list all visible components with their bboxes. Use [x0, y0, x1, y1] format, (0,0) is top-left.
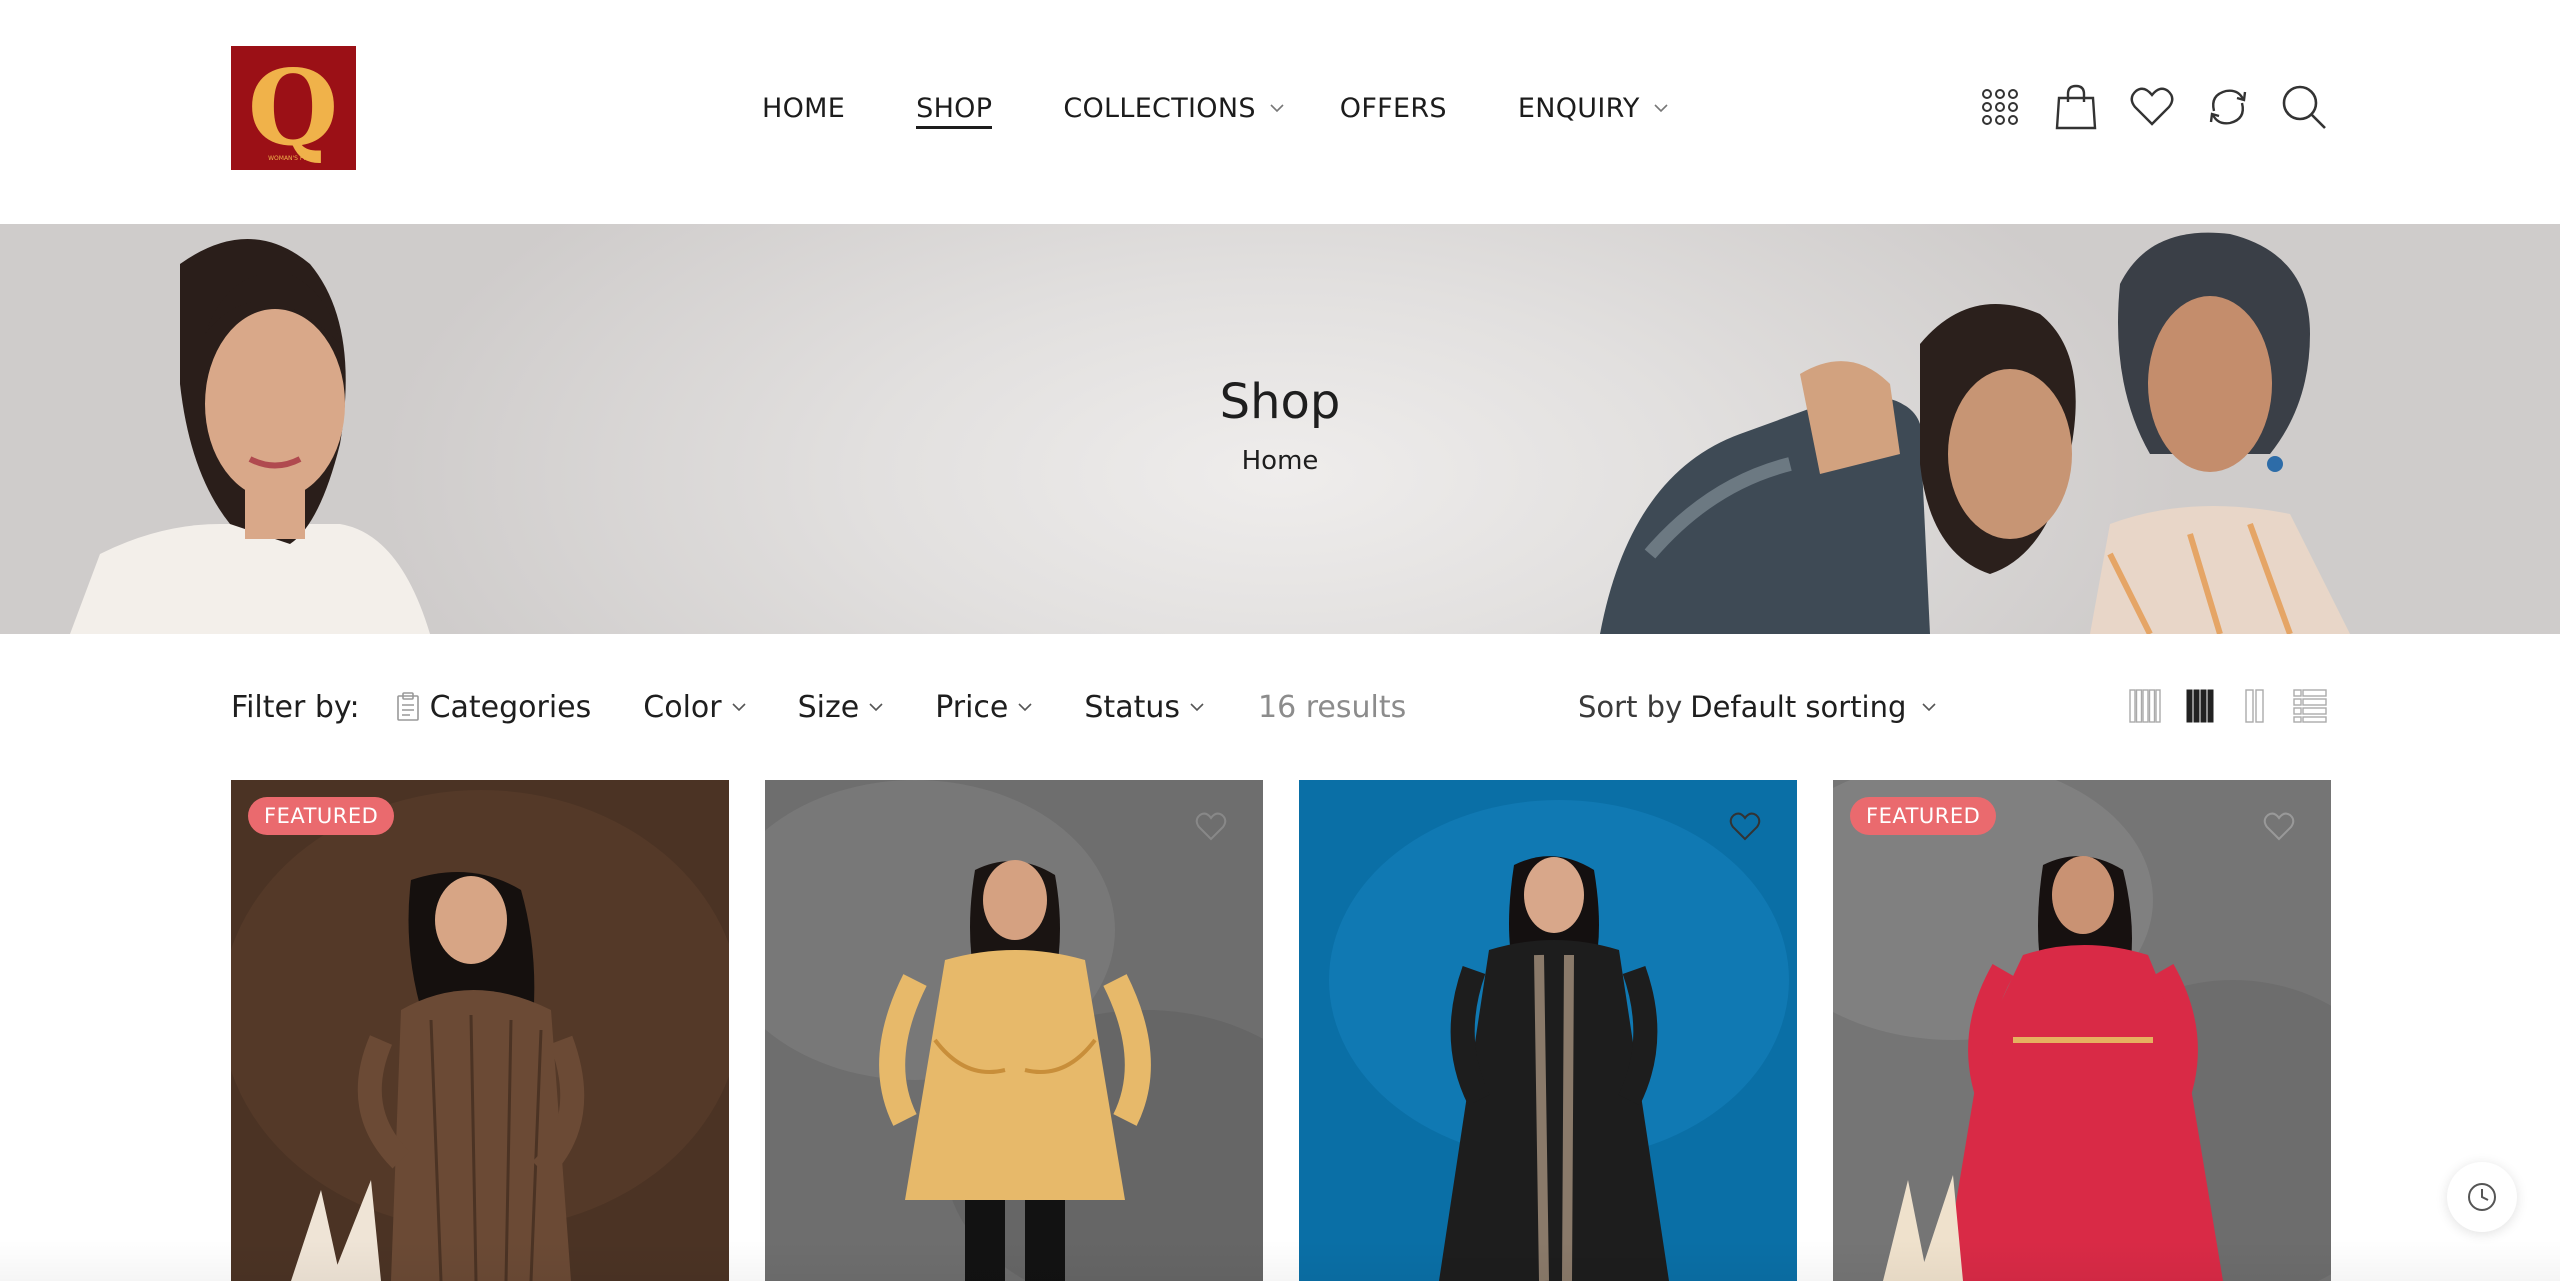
- filter-status-label: Status: [1084, 689, 1180, 725]
- nav-collections-label: COLLECTIONS: [1063, 92, 1256, 124]
- featured-badge: FEATURED: [248, 797, 395, 835]
- heart-icon[interactable]: [2127, 82, 2177, 132]
- view-mode-switcher: [2127, 686, 2347, 726]
- wishlist-heart-icon[interactable]: [1195, 812, 1227, 842]
- product-card[interactable]: FEATURED: [231, 780, 729, 1281]
- sort-value: Default sorting: [1690, 690, 1907, 724]
- nav-enquiry[interactable]: ENQUIRY: [1518, 93, 1668, 124]
- product-image: [1833, 780, 2331, 1281]
- filter-categories[interactable]: Categories: [396, 689, 592, 725]
- shopping-bag-icon[interactable]: [2051, 82, 2101, 132]
- page-hero-banner: Shop Home: [0, 224, 2560, 634]
- wishlist-heart-icon[interactable]: [1729, 812, 1761, 842]
- brand-logo[interactable]: Q WOMAN'S PRIDE: [231, 46, 356, 170]
- product-card[interactable]: [1299, 780, 1797, 1281]
- nav-enquiry-label: ENQUIRY: [1517, 92, 1640, 124]
- chevron-down-icon: [1270, 103, 1284, 113]
- grid-4-icon[interactable]: [2182, 686, 2218, 726]
- nav-shop[interactable]: SHOP: [916, 92, 993, 129]
- results-count: 16 results: [1258, 689, 1407, 725]
- product-image: [765, 780, 1263, 1281]
- compare-refresh-icon[interactable]: [2203, 82, 2253, 132]
- filter-bar: Filter by: Categories Color Size Price S…: [231, 682, 1406, 732]
- breadcrumb-home[interactable]: Home: [0, 446, 2560, 476]
- page-title: Shop: [1219, 374, 1341, 430]
- chevron-down-icon: [1654, 103, 1668, 113]
- sort-dropdown[interactable]: Sort by Default sorting: [1578, 682, 1936, 732]
- filter-price-label: Price: [935, 689, 1009, 725]
- logo-letter: Q: [248, 46, 339, 169]
- wishlist-heart-icon[interactable]: [2263, 812, 2295, 842]
- nav-home-label: HOME: [762, 92, 846, 124]
- nav-collections[interactable]: COLLECTIONS: [1063, 92, 1284, 124]
- clipboard-icon: [396, 692, 420, 722]
- chevron-down-icon: [869, 702, 883, 712]
- search-icon[interactable]: [2279, 82, 2329, 132]
- logo-tagline: WOMAN'S PRIDE: [268, 155, 318, 162]
- main-nav: HOME SHOP COLLECTIONS OFFERS ENQUIRY: [762, 88, 1724, 129]
- list-icon[interactable]: [2292, 686, 2328, 726]
- grid-5-icon[interactable]: [2127, 686, 2163, 726]
- site-header: Q WOMAN'S PRIDE HOME SHOP COLLECTIONS OF…: [0, 0, 2560, 224]
- product-card[interactable]: [765, 780, 1263, 1281]
- clock-history-icon: [2468, 1183, 2496, 1211]
- product-image: [1299, 780, 1797, 1281]
- recently-viewed-button[interactable]: [2447, 1162, 2517, 1232]
- filter-color[interactable]: Color: [643, 689, 746, 725]
- product-image: [231, 780, 729, 1281]
- sort-prefix: Sort by: [1578, 690, 1683, 724]
- filter-price[interactable]: Price: [935, 690, 1032, 725]
- filter-status[interactable]: Status: [1084, 690, 1204, 725]
- chevron-down-icon: [1018, 702, 1032, 712]
- nav-home[interactable]: HOME: [762, 93, 845, 124]
- grid-2-icon[interactable]: [2237, 686, 2273, 726]
- chevron-down-icon: [732, 702, 746, 712]
- filter-size[interactable]: Size: [798, 690, 884, 725]
- chevron-down-icon: [1190, 702, 1204, 712]
- product-card[interactable]: FEATURED: [1833, 780, 2331, 1281]
- product-grid: FEATURED FEATURED: [231, 780, 2331, 1281]
- apps-grid-icon[interactable]: [1975, 82, 2025, 132]
- nav-offers[interactable]: OFFERS: [1340, 93, 1447, 124]
- filter-color-label: Color: [643, 689, 722, 725]
- chevron-down-icon: [1922, 702, 1936, 712]
- nav-offers-label: OFFERS: [1339, 92, 1447, 124]
- featured-badge: FEATURED: [1850, 797, 1997, 835]
- filter-by-label: Filter by:: [231, 689, 360, 725]
- filter-size-label: Size: [797, 689, 860, 725]
- header-actions: [1975, 82, 2355, 132]
- nav-shop-label: SHOP: [916, 92, 993, 124]
- filter-categories-label: Categories: [429, 689, 592, 725]
